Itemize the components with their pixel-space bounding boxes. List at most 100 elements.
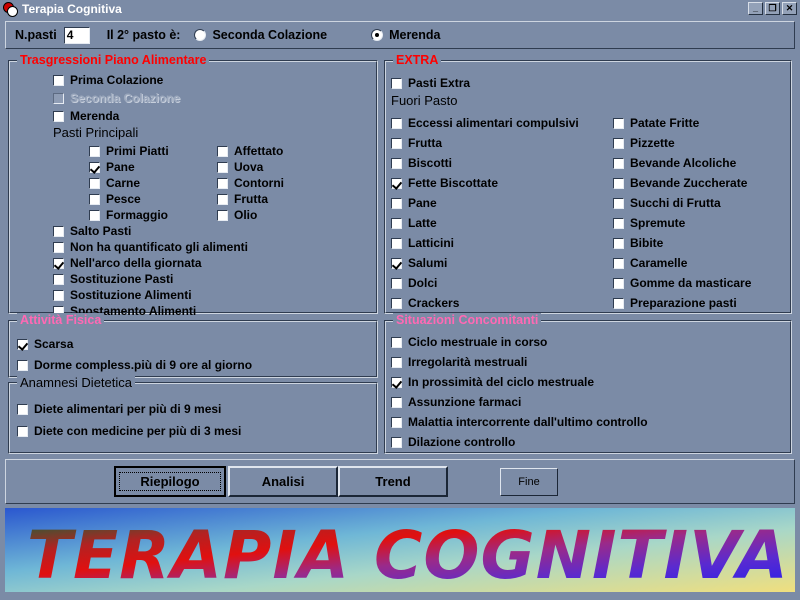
checkbox-malattia-intercorrente[interactable]: Malattia intercorrente dall'ultimo contr… bbox=[391, 415, 648, 429]
checkbox-spremute[interactable]: Spremute bbox=[613, 216, 685, 230]
checkbox-latticini[interactable]: Latticini bbox=[391, 236, 454, 250]
radio-icon-seconda-colazione[interactable] bbox=[194, 29, 207, 41]
checkbox-icon[interactable] bbox=[217, 161, 228, 173]
checkbox-icon[interactable] bbox=[391, 396, 402, 408]
checkbox-icon[interactable] bbox=[391, 416, 402, 428]
checkbox-icon[interactable] bbox=[391, 117, 402, 129]
checkbox-non-ha-quantificato[interactable]: Non ha quantificato gli alimenti bbox=[53, 240, 248, 254]
checkbox-icon[interactable] bbox=[391, 257, 402, 269]
checkbox-icon[interactable] bbox=[53, 257, 64, 269]
checkbox-icon[interactable] bbox=[17, 359, 28, 371]
checkbox-frutta[interactable]: Frutta bbox=[217, 192, 268, 206]
checkbox-nell-arco-della-giornata[interactable]: Nell'arco della giornata bbox=[53, 256, 202, 270]
checkbox-icon[interactable] bbox=[613, 297, 624, 309]
checkbox-gomme-da-masticare[interactable]: Gomme da masticare bbox=[613, 276, 751, 290]
checkbox-assunzione-farmaci[interactable]: Assunzione farmaci bbox=[391, 395, 521, 409]
checkbox-icon[interactable] bbox=[613, 277, 624, 289]
checkbox-icon[interactable] bbox=[613, 237, 624, 249]
checkbox-biscotti[interactable]: Biscotti bbox=[391, 156, 452, 170]
checkbox-patate-fritte[interactable]: Patate Fritte bbox=[613, 116, 699, 130]
checkbox-icon[interactable] bbox=[391, 237, 402, 249]
checkbox-sostituzione-pasti[interactable]: Sostituzione Pasti bbox=[53, 272, 173, 286]
checkbox-icon[interactable] bbox=[53, 289, 64, 301]
checkbox-diete-alimentari-9-mesi[interactable]: Diete alimentari per più di 9 mesi bbox=[17, 402, 221, 416]
checkbox-latte[interactable]: Latte bbox=[391, 216, 437, 230]
checkbox-diete-medicine-3-mesi[interactable]: Diete con medicine per più di 3 mesi bbox=[17, 424, 241, 438]
checkbox-icon[interactable] bbox=[89, 145, 100, 157]
checkbox-icon[interactable] bbox=[217, 209, 228, 221]
checkbox-pizzette[interactable]: Pizzette bbox=[613, 136, 675, 150]
checkbox-icon[interactable] bbox=[613, 217, 624, 229]
checkbox-pane-extra[interactable]: Pane bbox=[391, 196, 437, 210]
checkbox-icon[interactable] bbox=[391, 376, 402, 388]
checkbox-carne[interactable]: Carne bbox=[89, 176, 140, 190]
checkbox-icon[interactable] bbox=[53, 74, 64, 86]
checkbox-icon[interactable] bbox=[53, 241, 64, 253]
checkbox-scarsa[interactable]: Scarsa bbox=[17, 337, 73, 351]
radio-seconda-colazione[interactable]: Seconda Colazione bbox=[194, 28, 327, 42]
checkbox-icon[interactable] bbox=[391, 436, 402, 448]
checkbox-dorme-compless[interactable]: Dorme compless.più di 9 ore al giorno bbox=[17, 358, 252, 372]
radio-merenda[interactable]: Merenda bbox=[371, 28, 440, 42]
checkbox-pesce[interactable]: Pesce bbox=[89, 192, 141, 206]
checkbox-fette-biscottate[interactable]: Fette Biscottate bbox=[391, 176, 498, 190]
checkbox-icon[interactable] bbox=[613, 197, 624, 209]
checkbox-dolci[interactable]: Dolci bbox=[391, 276, 437, 290]
checkbox-icon[interactable] bbox=[391, 77, 402, 89]
checkbox-bibite[interactable]: Bibite bbox=[613, 236, 663, 250]
checkbox-uova[interactable]: Uova bbox=[217, 160, 263, 174]
checkbox-icon[interactable] bbox=[391, 137, 402, 149]
radio-icon-merenda[interactable] bbox=[371, 29, 384, 41]
checkbox-contorni[interactable]: Contorni bbox=[217, 176, 284, 190]
checkbox-irregolarita-mestruali[interactable]: Irregolarità mestruali bbox=[391, 355, 527, 369]
checkbox-icon[interactable] bbox=[613, 177, 624, 189]
checkbox-icon[interactable] bbox=[391, 277, 402, 289]
checkbox-ciclo-mestruale-in-corso[interactable]: Ciclo mestruale in corso bbox=[391, 335, 547, 349]
close-button[interactable]: ✕ bbox=[782, 2, 797, 15]
checkbox-icon[interactable] bbox=[391, 177, 402, 189]
checkbox-icon[interactable] bbox=[613, 157, 624, 169]
checkbox-salumi[interactable]: Salumi bbox=[391, 256, 447, 270]
analisi-button[interactable]: Analisi bbox=[228, 466, 338, 497]
checkbox-icon[interactable] bbox=[89, 161, 100, 173]
fine-button[interactable]: Fine bbox=[500, 468, 558, 496]
checkbox-affettato[interactable]: Affettato bbox=[217, 144, 283, 158]
checkbox-in-prossimita-del-ciclo[interactable]: In prossimità del ciclo mestruale bbox=[391, 375, 594, 389]
checkbox-icon[interactable] bbox=[17, 338, 28, 350]
checkbox-icon[interactable] bbox=[391, 297, 402, 309]
checkbox-icon[interactable] bbox=[391, 217, 402, 229]
checkbox-olio[interactable]: Olio bbox=[217, 208, 257, 222]
checkbox-formaggio[interactable]: Formaggio bbox=[89, 208, 168, 222]
checkbox-preparazione-pasti[interactable]: Preparazione pasti bbox=[613, 296, 737, 310]
checkbox-icon[interactable] bbox=[89, 209, 100, 221]
checkbox-icon[interactable] bbox=[391, 356, 402, 368]
riepilogo-button[interactable]: Riepilogo bbox=[114, 466, 226, 497]
checkbox-icon[interactable] bbox=[53, 273, 64, 285]
minimize-button[interactable]: _ bbox=[748, 2, 763, 15]
checkbox-icon[interactable] bbox=[53, 110, 64, 122]
checkbox-icon[interactable] bbox=[17, 425, 28, 437]
checkbox-bevande-alcoliche[interactable]: Bevande Alcoliche bbox=[613, 156, 736, 170]
checkbox-icon[interactable] bbox=[391, 157, 402, 169]
npasti-input[interactable]: 4 bbox=[63, 26, 90, 44]
checkbox-icon[interactable] bbox=[17, 403, 28, 415]
checkbox-dilazione-controllo[interactable]: Dilazione controllo bbox=[391, 435, 515, 449]
checkbox-sostituzione-alimenti[interactable]: Sostituzione Alimenti bbox=[53, 288, 192, 302]
checkbox-succhi-di-frutta[interactable]: Succhi di Frutta bbox=[613, 196, 721, 210]
checkbox-pasti-extra[interactable]: Pasti Extra bbox=[391, 76, 470, 90]
checkbox-icon[interactable] bbox=[391, 336, 402, 348]
checkbox-icon[interactable] bbox=[217, 193, 228, 205]
checkbox-icon[interactable] bbox=[613, 137, 624, 149]
checkbox-icon[interactable] bbox=[613, 257, 624, 269]
checkbox-pane[interactable]: Pane bbox=[89, 160, 135, 174]
checkbox-icon[interactable] bbox=[89, 193, 100, 205]
checkbox-caramelle[interactable]: Caramelle bbox=[613, 256, 687, 270]
checkbox-prima-colazione[interactable]: Prima Colazione bbox=[53, 73, 163, 87]
checkbox-eccessi-alimentari-compulsivi[interactable]: Eccessi alimentari compulsivi bbox=[391, 116, 579, 130]
checkbox-icon[interactable] bbox=[53, 225, 64, 237]
checkbox-icon[interactable] bbox=[217, 177, 228, 189]
checkbox-icon[interactable] bbox=[89, 177, 100, 189]
checkbox-merenda[interactable]: Merenda bbox=[53, 109, 119, 123]
checkbox-bevande-zuccherate[interactable]: Bevande Zuccherate bbox=[613, 176, 747, 190]
checkbox-icon[interactable] bbox=[217, 145, 228, 157]
